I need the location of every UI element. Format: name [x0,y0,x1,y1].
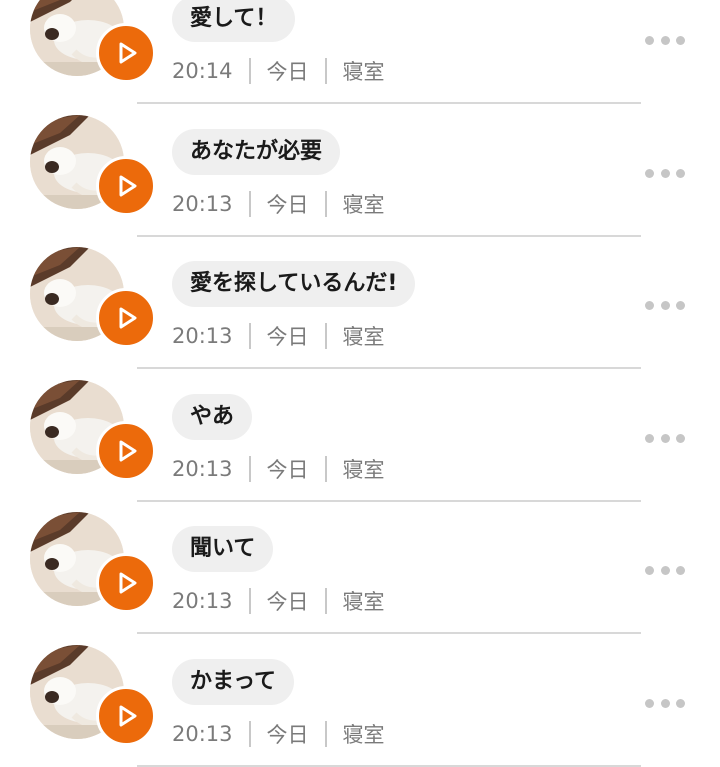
more-dots-icon [660,168,670,178]
play-icon [114,307,138,329]
message-row: 愛を探しているんだ! 20:13 今日 寝室 [0,208,720,369]
play-button[interactable] [96,553,156,613]
message-day: 今日 [266,723,309,747]
play-button[interactable] [96,686,156,746]
message-row: 愛して！ 20:14 今日 寝室 [0,0,720,104]
message-bubble[interactable]: 愛して！ [172,0,296,42]
message-row: あなたが必要 20:13 今日 寝室 [0,76,720,237]
more-dots-icon [660,698,670,708]
play-button[interactable] [96,288,156,348]
more-options-button[interactable] [645,165,685,181]
message-bubble[interactable]: あなたが必要 [172,129,341,175]
message-bubble[interactable]: やあ [172,394,253,440]
more-options-button[interactable] [645,562,685,578]
more-dots-icon [645,168,654,178]
more-dots-icon [660,300,670,310]
play-icon [114,440,138,462]
more-dots-icon [645,565,654,575]
message-bubble[interactable]: かまって [172,659,295,705]
play-button[interactable] [96,421,156,481]
more-dots-icon [676,168,685,178]
message-bubble[interactable]: 聞いて [172,526,274,572]
play-icon [114,705,138,727]
play-icon [114,572,138,594]
meta-separator [324,721,327,747]
more-dots-icon [660,565,670,575]
message-row: やあ 20:13 今日 寝室 [0,341,720,502]
more-options-button[interactable] [645,695,685,711]
more-options-button[interactable] [645,297,685,313]
message-room: 寝室 [342,723,385,747]
play-icon [114,175,138,197]
more-options-button[interactable] [645,430,685,446]
play-icon [114,42,138,64]
message-row: 聞いて 20:13 今日 寝室 [0,473,720,634]
message-meta: 20:13 今日 寝室 [172,720,385,748]
more-dots-icon [645,300,654,310]
meta-separator [248,721,251,747]
more-dots-icon [676,698,685,708]
more-dots-icon [676,565,685,575]
more-dots-icon [676,300,685,310]
more-dots-icon [676,433,685,443]
more-options-button[interactable] [645,32,685,48]
more-dots-icon [645,433,654,443]
message-bubble[interactable]: 愛を探しているんだ! [172,261,416,307]
message-row: かまって 20:13 今日 寝室 [0,606,720,767]
more-dots-icon [660,35,670,45]
more-dots-icon [645,698,654,708]
more-dots-icon [645,35,654,45]
play-button[interactable] [96,23,156,83]
play-button[interactable] [96,156,156,216]
message-time: 20:13 [172,722,233,746]
more-dots-icon [660,433,670,443]
more-dots-icon [676,35,685,45]
